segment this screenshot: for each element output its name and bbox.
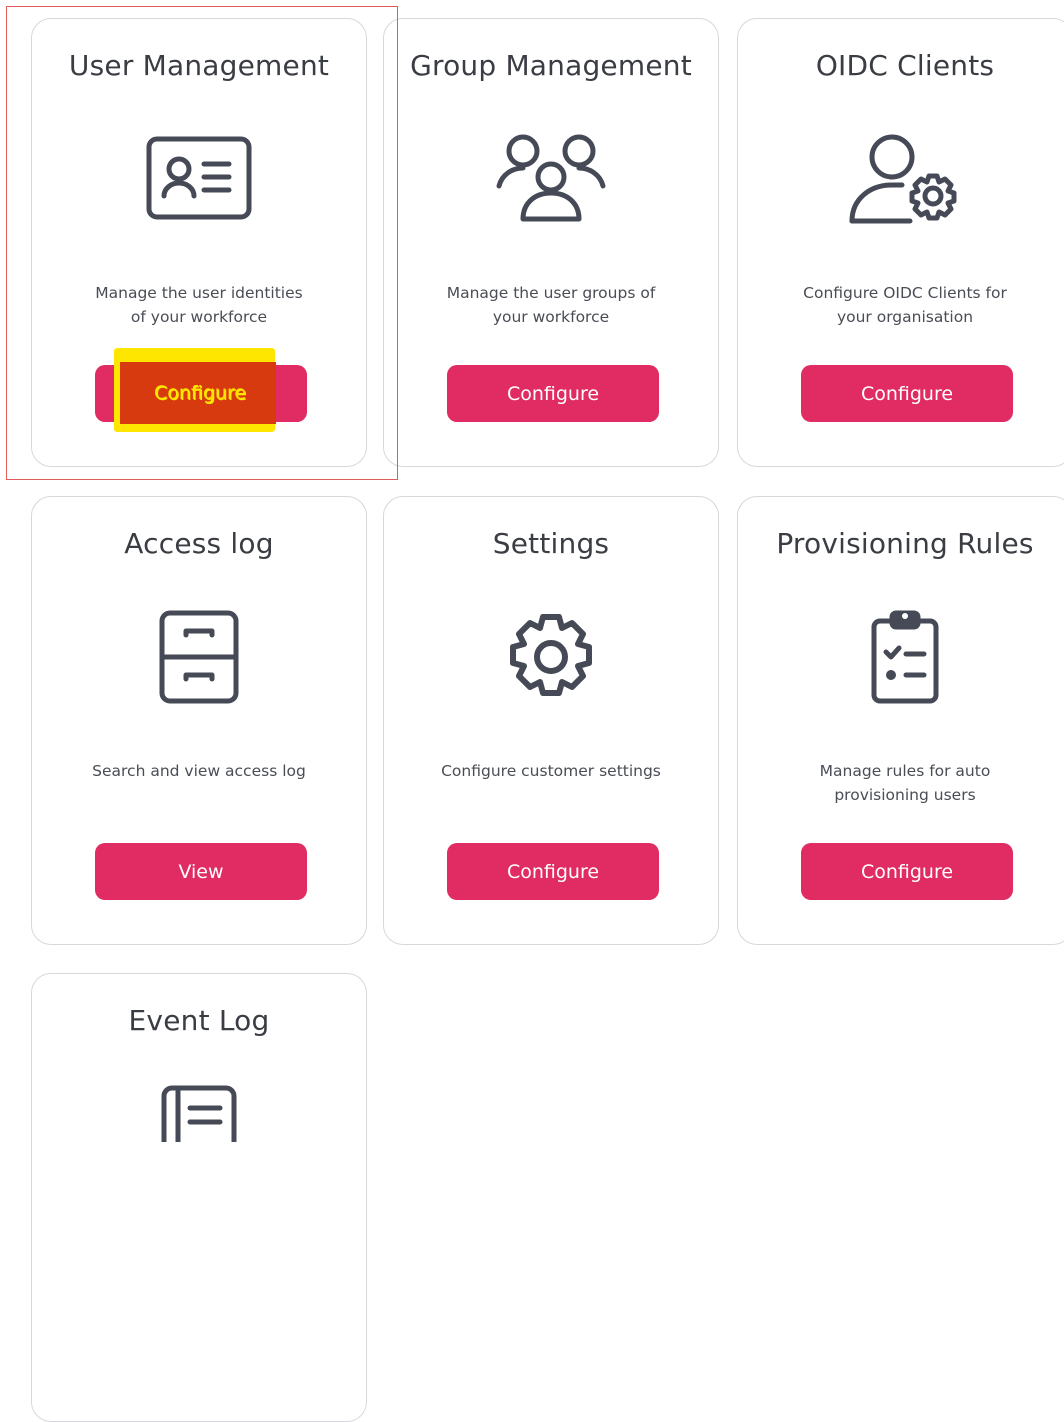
card-description-line: Search and view access log (92, 762, 306, 780)
card-title: Settings (492, 527, 610, 560)
card-description: Search and view access log (52, 759, 346, 783)
card-title: User Management (68, 49, 330, 82)
event-list-icon (32, 1082, 366, 1182)
configure-group-management-button[interactable]: Configure (447, 365, 659, 422)
file-cabinet-icon (32, 607, 366, 707)
card-description-line: Manage rules for auto (819, 762, 991, 780)
card-description: Configure OIDC Clients for your organisa… (778, 281, 1032, 329)
configure-oidc-clients-button[interactable]: Configure (801, 365, 1013, 422)
card-access-log: Access log Search and view access log Vi… (31, 496, 367, 945)
configure-settings-button[interactable]: Configure (447, 843, 659, 900)
card-description: Manage the user groups of your workforce (424, 281, 678, 329)
users-group-icon (384, 129, 718, 229)
configure-provisioning-rules-button[interactable]: Configure (801, 843, 1013, 900)
card-description-line: your organisation (836, 308, 974, 326)
button-label: Configure (153, 381, 247, 404)
card-description-line: Configure OIDC Clients for (803, 284, 1007, 302)
card-title: Group Management (410, 49, 692, 82)
card-event-log: Event Log (31, 973, 367, 1422)
clipboard-checklist-icon (738, 607, 1064, 707)
button-label: Configure (860, 382, 954, 405)
card-oidc-clients: OIDC Clients Configure OIDC Clients for … (737, 18, 1064, 467)
button-label: Configure (506, 860, 600, 883)
button-label: Configure (860, 860, 954, 883)
gear-icon (384, 607, 718, 707)
button-label: Configure (506, 382, 600, 405)
button-label: View (178, 860, 224, 883)
card-description: Configure customer settings (404, 759, 698, 783)
highlighted-button-label: Configure (94, 364, 306, 421)
card-description-line: your workforce (492, 308, 610, 326)
card-title: Provisioning Rules (776, 527, 1034, 560)
card-description-line: of your workforce (130, 308, 268, 326)
id-card-icon (32, 129, 366, 229)
card-provisioning-rules: Provisioning Rules Manage rules for auto… (737, 496, 1064, 945)
card-description-line: Configure customer settings (441, 762, 661, 780)
view-access-log-button[interactable]: View (95, 843, 307, 900)
card-title: Event Log (128, 1004, 270, 1037)
card-title: OIDC Clients (815, 49, 995, 82)
card-description-line: Manage the user identities (95, 284, 303, 302)
card-description: Manage the user identities of your workf… (72, 281, 326, 329)
card-description: Manage rules for auto provisioning users (778, 759, 1032, 807)
card-description-line: provisioning users (834, 786, 976, 804)
user-gear-icon (738, 129, 1064, 229)
card-group-management: Group Management Manage the user groups … (383, 18, 719, 467)
card-title: Access log (124, 527, 274, 560)
card-description-line: Manage the user groups of (446, 284, 656, 302)
card-settings: Settings Configure customer settings Con… (383, 496, 719, 945)
